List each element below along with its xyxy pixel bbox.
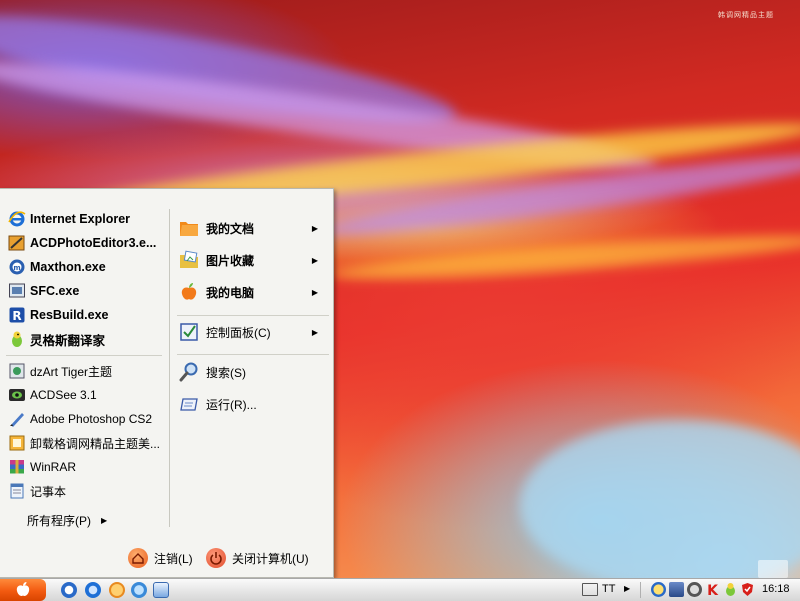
recent-item-label: 记事本 bbox=[30, 484, 67, 499]
start-menu-programs-column: Internet Explorer ACDPhotoEditor3.e... m… bbox=[0, 189, 168, 577]
apple-logo-icon bbox=[14, 580, 32, 601]
recent-item-photoshop[interactable]: Adobe Photoshop CS2 bbox=[8, 408, 166, 430]
my-documents-label: 我的文档 bbox=[206, 221, 255, 236]
sfc-icon bbox=[8, 282, 26, 300]
recent-item-label: ACDSee 3.1 bbox=[30, 388, 97, 402]
logoff-label: 注销(L) bbox=[154, 551, 193, 566]
start-menu-places-column: 我的文档 ▶ 图片收藏 ▶ 我的电脑 ▶ 控制面板(C) ▶ 搜索(S) 运行(… bbox=[171, 189, 333, 577]
recent-item-acdsee[interactable]: ACDSee 3.1 bbox=[8, 384, 166, 406]
recent-item-winrar[interactable]: WinRAR bbox=[8, 456, 166, 478]
recent-item-label: Adobe Photoshop CS2 bbox=[30, 412, 153, 426]
my-computer-item[interactable]: 我的电脑 ▶ bbox=[178, 278, 326, 306]
maxthon-icon: m bbox=[8, 258, 26, 276]
logoff-button[interactable]: 注销(L) bbox=[128, 546, 193, 570]
lingoes-tray-icon[interactable] bbox=[723, 582, 738, 597]
desktop-corner-icon[interactable] bbox=[758, 560, 788, 578]
clock[interactable]: 16:18 bbox=[762, 583, 790, 595]
tools-separator bbox=[177, 354, 329, 355]
pinned-item-maxthon[interactable]: m Maxthon.exe bbox=[8, 256, 166, 278]
all-programs-button[interactable]: 所有程序(P) ▶ bbox=[27, 509, 107, 531]
tray-separator bbox=[640, 582, 641, 598]
recent-item-dzart[interactable]: dzArt Tiger主题 bbox=[8, 360, 166, 382]
start-button[interactable] bbox=[0, 579, 46, 601]
shutdown-button[interactable]: 关闭计算机(U) bbox=[206, 546, 309, 570]
pinned-item-resbuild[interactable]: R ResBuild.exe bbox=[8, 304, 166, 326]
all-programs-label: 所有程序(P) bbox=[27, 513, 91, 528]
acd-photo-editor-icon bbox=[8, 234, 26, 252]
media-player-icon[interactable] bbox=[61, 582, 77, 598]
control-panel-label: 控制面板(C) bbox=[206, 325, 271, 340]
run-label: 运行(R)... bbox=[206, 397, 257, 412]
power-icon bbox=[206, 548, 226, 568]
recent-item-notepad[interactable]: 记事本 bbox=[8, 480, 166, 502]
acdsee-icon bbox=[8, 386, 26, 404]
lingoes-icon bbox=[8, 330, 26, 348]
pinned-item-acd-photo-editor[interactable]: ACDPhotoEditor3.e... bbox=[8, 232, 166, 254]
my-computer-label: 我的电脑 bbox=[206, 285, 255, 300]
pinned-item-internet-explorer[interactable]: Internet Explorer bbox=[8, 208, 166, 230]
pinned-item-lingoes[interactable]: 灵格斯翻译家 bbox=[8, 328, 166, 350]
computer-tray-icon[interactable] bbox=[669, 582, 684, 597]
volume-icon[interactable] bbox=[687, 582, 702, 597]
uninstall-icon bbox=[8, 434, 26, 452]
taskbar: TT ▶ K 16:18 bbox=[0, 578, 800, 601]
pictures-label: 图片收藏 bbox=[206, 253, 255, 268]
shutdown-label: 关闭计算机(U) bbox=[232, 551, 309, 566]
pinned-item-label: Maxthon.exe bbox=[30, 260, 106, 274]
column-divider bbox=[169, 209, 170, 527]
svg-text:K: K bbox=[707, 583, 719, 597]
pinned-item-label: ResBuild.exe bbox=[30, 308, 109, 322]
internet-explorer-icon[interactable] bbox=[85, 582, 101, 598]
pinned-item-label: ACDPhotoEditor3.e... bbox=[30, 236, 157, 250]
recent-item-uninstall-theme[interactable]: 卸载格调网精品主题美... bbox=[8, 432, 166, 454]
folder-documents-icon bbox=[178, 217, 200, 239]
antivirus-icon[interactable]: K bbox=[705, 582, 720, 599]
keyboard-icon[interactable] bbox=[582, 583, 598, 596]
show-desktop-icon[interactable] bbox=[153, 582, 169, 598]
desktop-icon[interactable] bbox=[131, 582, 147, 598]
places-separator bbox=[177, 315, 329, 316]
my-documents-item[interactable]: 我的文档 ▶ bbox=[178, 214, 326, 242]
chevron-right-icon: ▶ bbox=[101, 515, 108, 525]
start-menu-footer: 注销(L) 关闭计算机(U) bbox=[0, 539, 333, 577]
chevron-right-icon: ▶ bbox=[311, 255, 318, 265]
svg-text:m: m bbox=[13, 264, 20, 272]
chevron-right-icon: ▶ bbox=[311, 223, 318, 233]
photoshop-icon bbox=[8, 410, 26, 428]
search-icon bbox=[178, 361, 200, 383]
pinned-separator bbox=[6, 355, 162, 356]
winrar-icon bbox=[8, 458, 26, 476]
recent-item-label: WinRAR bbox=[30, 460, 77, 474]
control-panel-item[interactable]: 控制面板(C) ▶ bbox=[178, 318, 326, 346]
search-item[interactable]: 搜索(S) bbox=[178, 358, 326, 386]
apple-computer-icon bbox=[178, 281, 200, 303]
run-item[interactable]: 运行(R)... bbox=[178, 390, 326, 418]
chevron-right-icon[interactable]: ▶ bbox=[624, 584, 630, 593]
recent-item-label: dzArt Tiger主题 bbox=[30, 364, 113, 379]
start-menu: Internet Explorer ACDPhotoEditor3.e... m… bbox=[0, 188, 334, 578]
pinned-item-label: SFC.exe bbox=[30, 284, 80, 298]
pictures-item[interactable]: 图片收藏 ▶ bbox=[178, 246, 326, 274]
pinned-item-label: 灵格斯翻译家 bbox=[30, 333, 106, 348]
dzart-icon bbox=[8, 362, 26, 380]
ime-indicator[interactable]: TT bbox=[602, 583, 615, 595]
resbuild-icon: R bbox=[8, 306, 26, 324]
chevron-right-icon: ▶ bbox=[311, 327, 318, 337]
run-icon bbox=[178, 393, 200, 415]
messenger-icon[interactable] bbox=[109, 582, 125, 598]
pinned-item-label: Internet Explorer bbox=[30, 212, 131, 226]
shield-icon[interactable] bbox=[740, 582, 755, 597]
recent-item-label: 卸载格调网精品主题美... bbox=[30, 436, 161, 451]
control-panel-icon bbox=[178, 321, 200, 343]
search-label: 搜索(S) bbox=[206, 365, 246, 380]
theme-watermark: 韩调网精品主题 bbox=[718, 12, 774, 19]
notepad-icon bbox=[8, 482, 26, 500]
svg-text:R: R bbox=[12, 309, 21, 323]
network-icon[interactable] bbox=[651, 582, 666, 597]
folder-pictures-icon bbox=[178, 249, 200, 271]
logoff-icon bbox=[128, 548, 148, 568]
chevron-right-icon: ▶ bbox=[311, 287, 318, 297]
pinned-item-sfc[interactable]: SFC.exe bbox=[8, 280, 166, 302]
internet-explorer-icon bbox=[8, 210, 26, 228]
